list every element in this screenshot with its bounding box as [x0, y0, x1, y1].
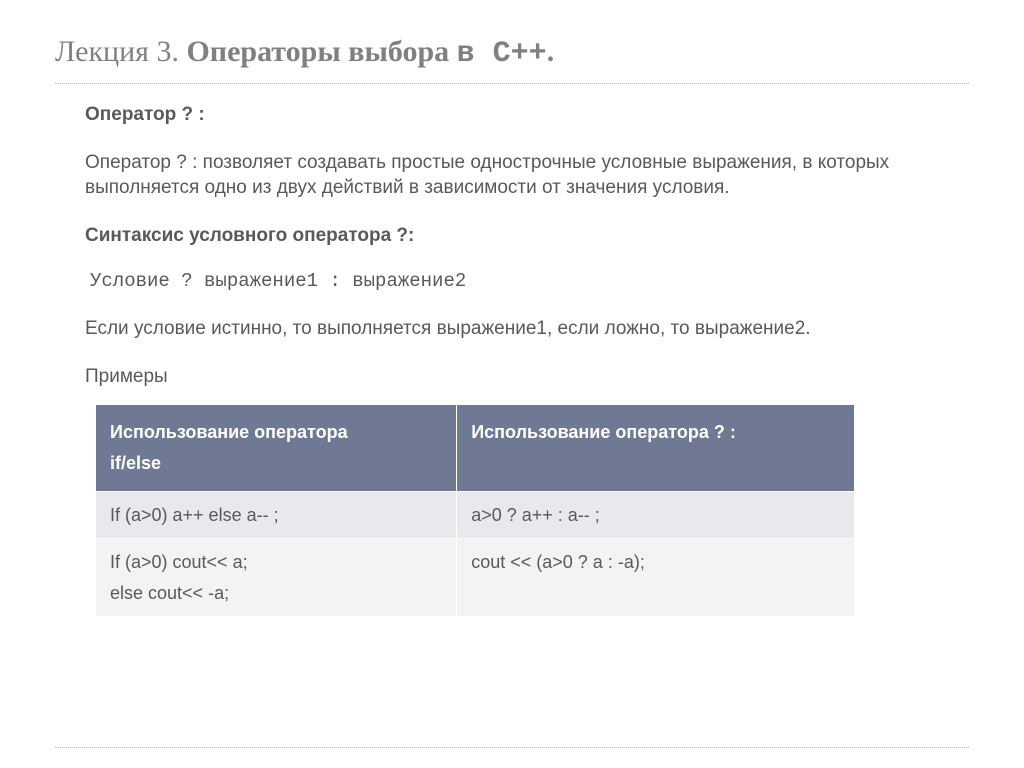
cell-r2c1-line2: else cout<< -a; [110, 583, 229, 603]
cell-r2c1: If (a>0) cout<< a; else cout<< -a; [96, 539, 457, 617]
title-bold: Операторы выбора [186, 35, 456, 68]
header-col1-line1: Использование оператора [110, 422, 348, 442]
table-header-col1: Использование оператора if/else [96, 405, 457, 491]
cell-r2c1-line1: If (a>0) cout<< a; [110, 552, 248, 572]
header-col1-line2: if/else [110, 453, 161, 473]
examples-label: Примеры [85, 364, 969, 390]
title-mono: в С++ [457, 37, 547, 71]
code-syntax: Условие ? выражение1 : выражение2 [90, 269, 969, 295]
table-row: If (a>0) cout<< a; else cout<< -a; cout … [96, 539, 855, 617]
cell-r1c2: a>0 ? a++ : a-- ; [457, 491, 855, 539]
paragraph-intro: Оператор ? : позволяет создавать простые… [85, 150, 969, 201]
examples-table: Использование оператора if/else Использо… [95, 404, 855, 617]
title-prefix: Лекция 3. [55, 35, 186, 68]
title-suffix: . [547, 35, 555, 68]
paragraph-explain: Если условие истинно, то выполняется выр… [85, 316, 969, 342]
divider-top [55, 83, 969, 84]
table-header-col2: Использование оператора ? : [457, 405, 855, 491]
table-row: If (a>0) a++ else a-- ; a>0 ? a++ : a-- … [96, 491, 855, 539]
cell-r1c1: If (a>0) a++ else a-- ; [96, 491, 457, 539]
slide-content: Оператор ? : Оператор ? : позволяет созд… [85, 102, 969, 617]
section-header: Оператор ? : [85, 102, 969, 128]
cell-r2c2: cout << (a>0 ? a : -a); [457, 539, 855, 617]
slide-title: Лекция 3. Операторы выбора в С++. [55, 35, 969, 71]
divider-bottom [55, 747, 969, 748]
syntax-header: Синтаксис условного оператора ?: [85, 223, 969, 249]
